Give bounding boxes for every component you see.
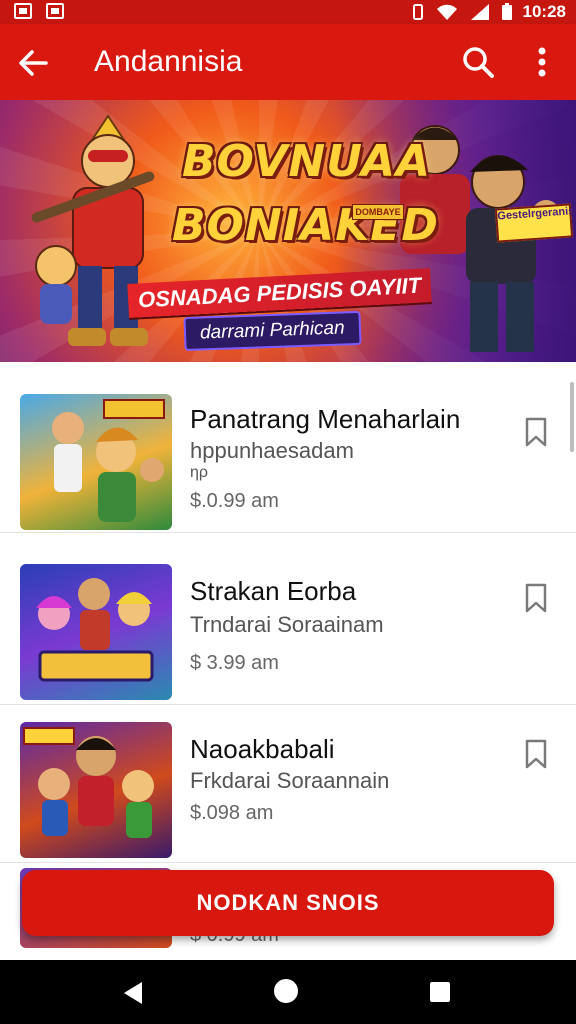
hero-character-left: [31, 114, 155, 346]
system-nav-bar: [0, 960, 576, 1024]
banner-tag-top-left: DOMBAYE: [352, 204, 404, 220]
banner-tag-top-right: Gestelrgeranis: [494, 203, 575, 243]
battery-icon: [501, 3, 512, 20]
item-title: Strakan Eorba: [190, 576, 357, 606]
nav-home-icon[interactable]: [274, 979, 298, 1003]
list-item[interactable]: Strakan Eorba Trndarai Soraainam $ 3.99 …: [0, 548, 576, 705]
banner-subtitle: darrami Parhican: [183, 310, 362, 352]
more-options-icon[interactable]: [528, 44, 556, 80]
search-icon[interactable]: [460, 44, 496, 80]
item-subtitle: Frkdarai Soraannain: [190, 768, 390, 793]
promo-banner[interactable]: BOVNUAA BONIAKED OSNADAG PEDISIS OAYIIT …: [0, 100, 576, 362]
bookmark-icon[interactable]: [522, 416, 550, 448]
list-item[interactable]: Naoakbabali Frkdarai Soraannain $.098 am: [0, 706, 576, 863]
nav-back-icon[interactable]: [120, 980, 146, 1006]
item-thumbnail: [20, 564, 172, 700]
thumbnail-art: [36, 578, 154, 682]
signal-icon: [470, 4, 489, 20]
primary-cta-button[interactable]: NODKAN SNOIS: [22, 870, 554, 936]
item-price: $ 3.99 am: [190, 652, 279, 674]
item-thumbnail: [20, 394, 172, 530]
scrollbar[interactable]: [570, 382, 574, 452]
notification-icon: [14, 3, 32, 19]
wifi-icon: [436, 4, 457, 20]
thumbnail-art: [52, 399, 165, 522]
notification-icon-2: [46, 3, 64, 19]
page-title: Andannisia: [94, 45, 243, 78]
item-thumbnail: [20, 722, 172, 858]
item-title: Naoakbabali: [190, 734, 335, 764]
item-subtitle: hppunhaesadam: [190, 438, 354, 463]
item-subtitle: Trndarai Soraainam: [190, 612, 384, 637]
item-price: $.0.99 am: [190, 490, 279, 512]
thumbnail-art: [23, 727, 154, 838]
status-bar: 10:28: [0, 0, 576, 24]
vibrate-icon: [412, 4, 423, 20]
status-time: 10:28: [522, 2, 566, 21]
back-arrow-icon[interactable]: [16, 46, 50, 80]
bookmark-icon[interactable]: [522, 738, 550, 770]
item-title: Panatrang Menaharlain: [190, 404, 461, 434]
app-bar: Andannisia: [0, 24, 576, 100]
item-extra: ηρ: [190, 464, 208, 481]
item-price: $.098 am: [190, 802, 274, 824]
bookmark-icon[interactable]: [522, 582, 550, 614]
banner-headline-1: BOVNUAA: [182, 136, 432, 187]
list-item[interactable]: Panatrang Menaharlain hppunhaesadam ηρ $…: [0, 376, 576, 533]
nav-recent-icon[interactable]: [430, 982, 450, 1002]
